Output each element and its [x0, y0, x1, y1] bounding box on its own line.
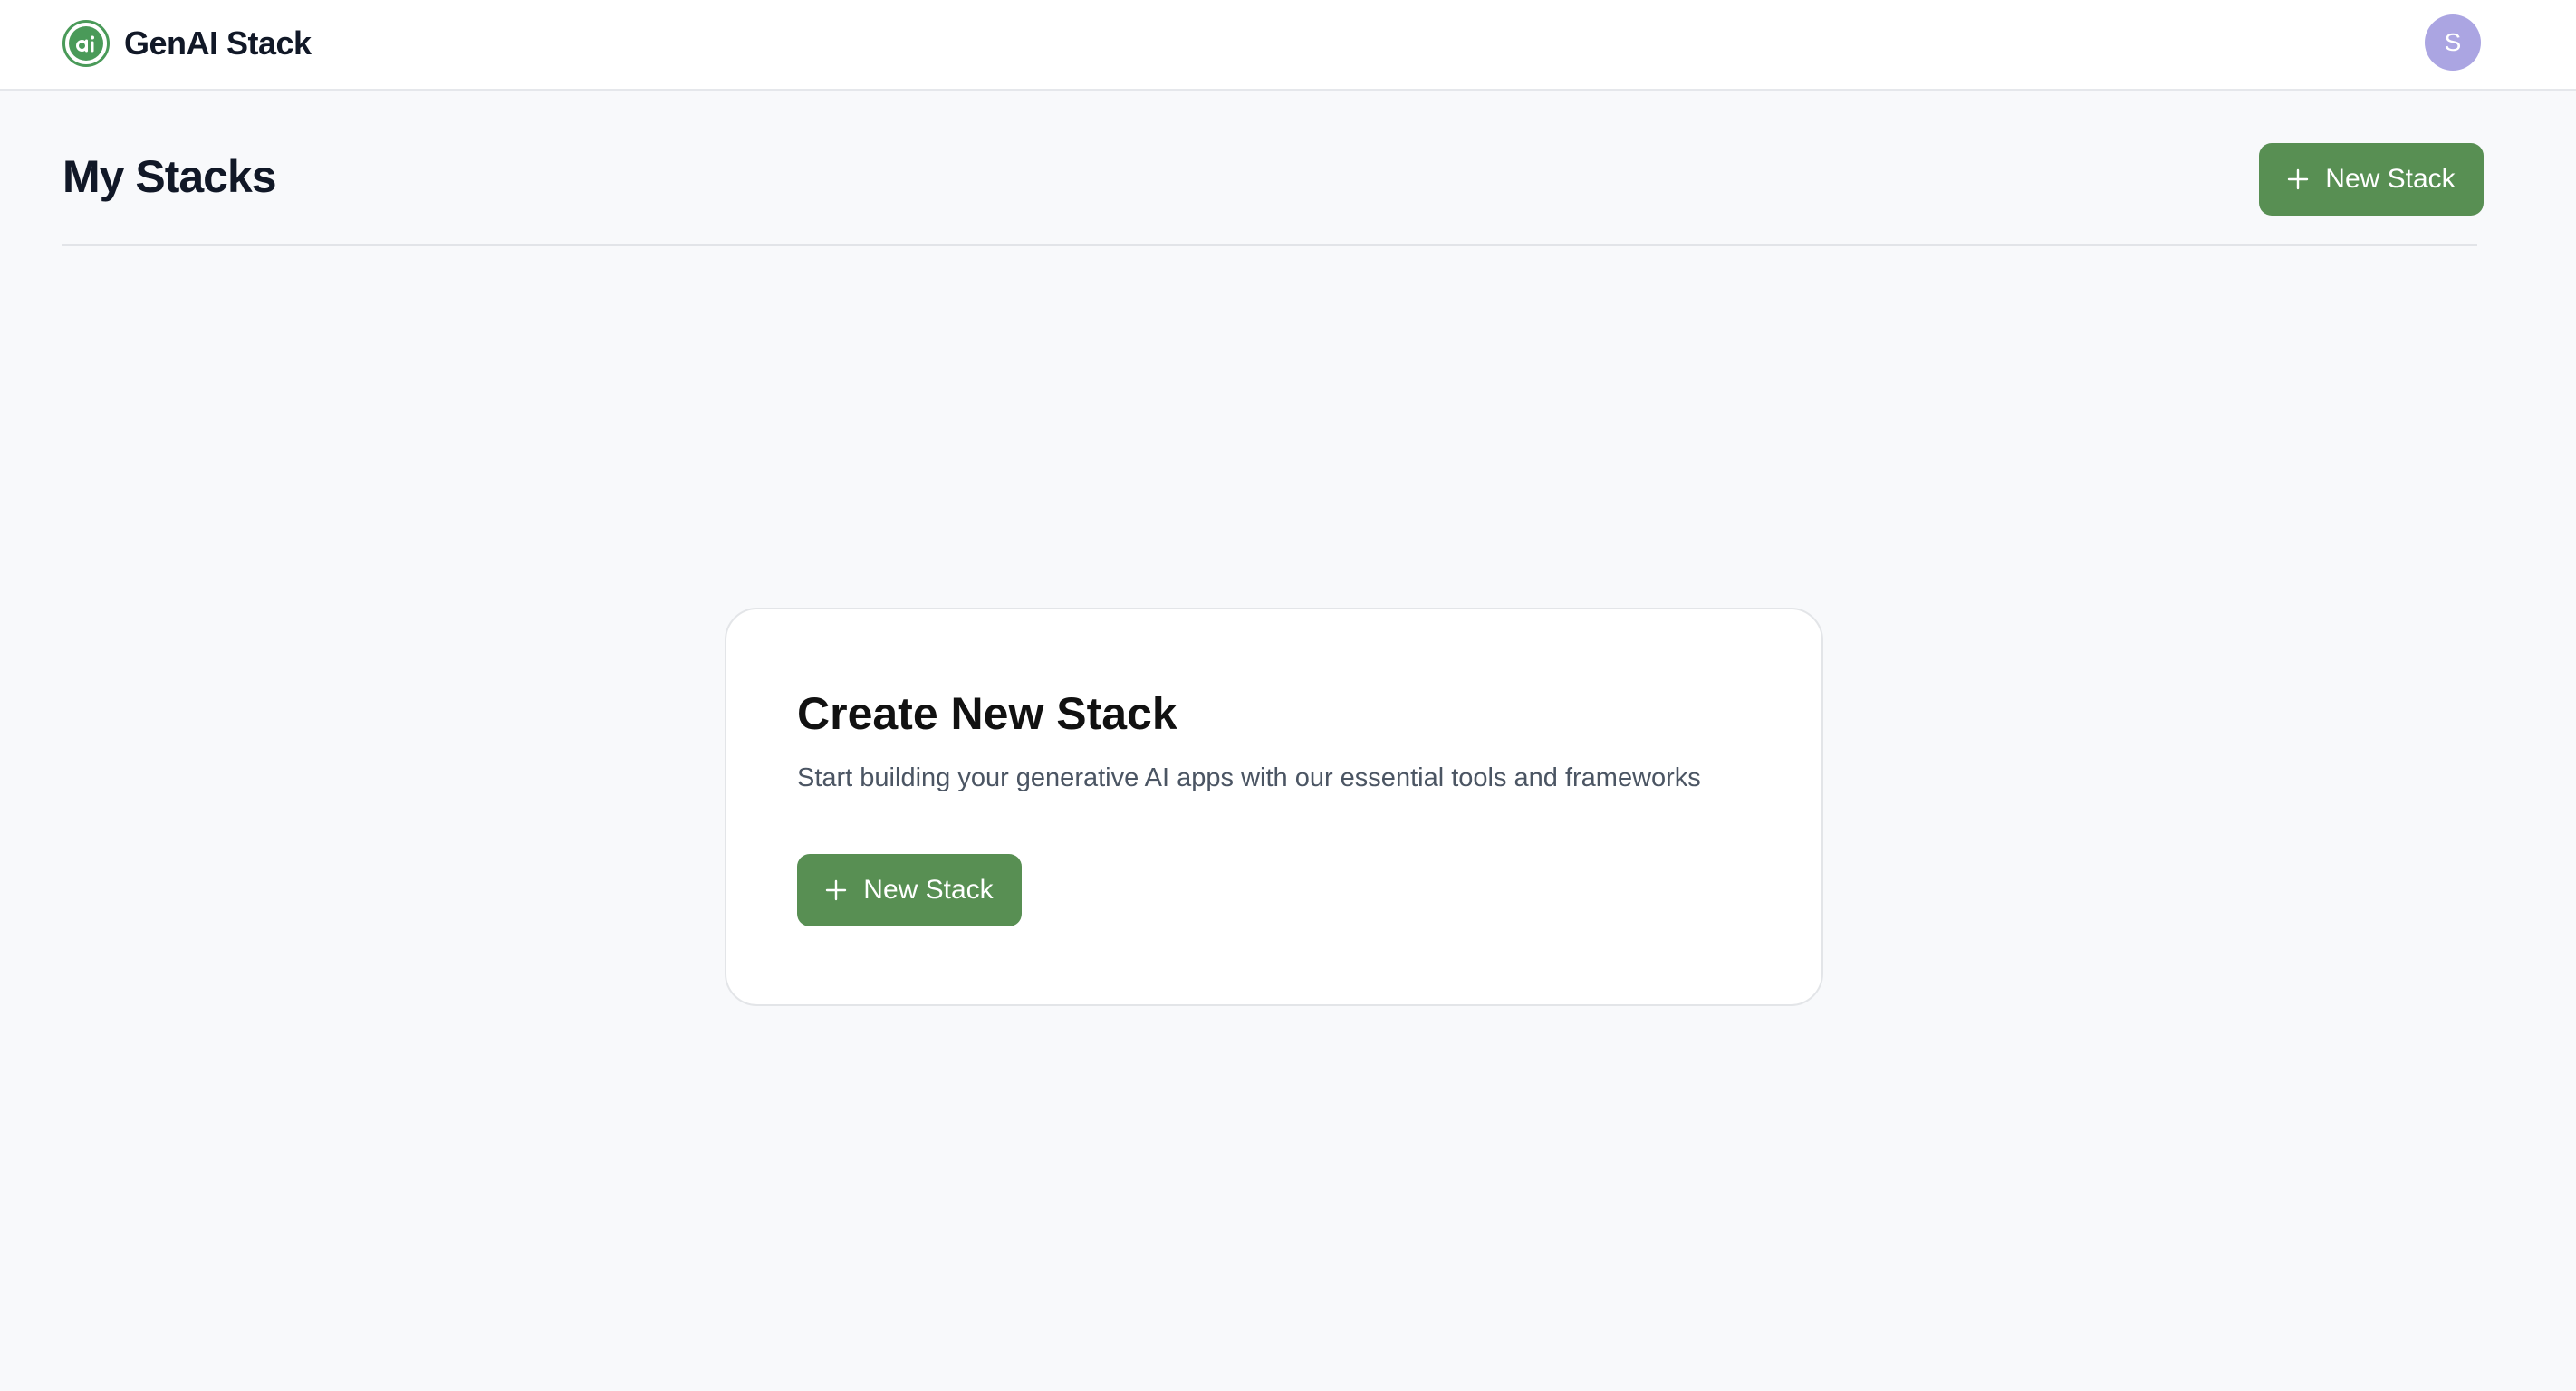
header-divider [62, 244, 2477, 246]
card-title: Create New Stack [797, 688, 1177, 739]
create-stack-card: Create New Stack Start building your gen… [725, 608, 1823, 1006]
plus-icon [2288, 168, 2309, 190]
card-description: Start building your generative AI apps w… [797, 763, 1701, 792]
user-avatar[interactable]: S [2425, 14, 2481, 71]
card-new-stack-button[interactable]: New Stack [797, 854, 1022, 926]
brand-name: GenAI Stack [124, 24, 312, 62]
brand[interactable]: GenAI Stack [62, 20, 312, 67]
page-title: My Stacks [62, 151, 277, 202]
card-new-stack-button-label: New Stack [863, 875, 994, 905]
plus-icon [826, 879, 847, 901]
top-navbar: GenAI Stack S [0, 0, 2576, 91]
avatar-initial: S [2444, 28, 2462, 56]
new-stack-button[interactable]: New Stack [2259, 143, 2484, 216]
ai-logo-icon [62, 20, 110, 67]
new-stack-button-label: New Stack [2325, 164, 2456, 194]
